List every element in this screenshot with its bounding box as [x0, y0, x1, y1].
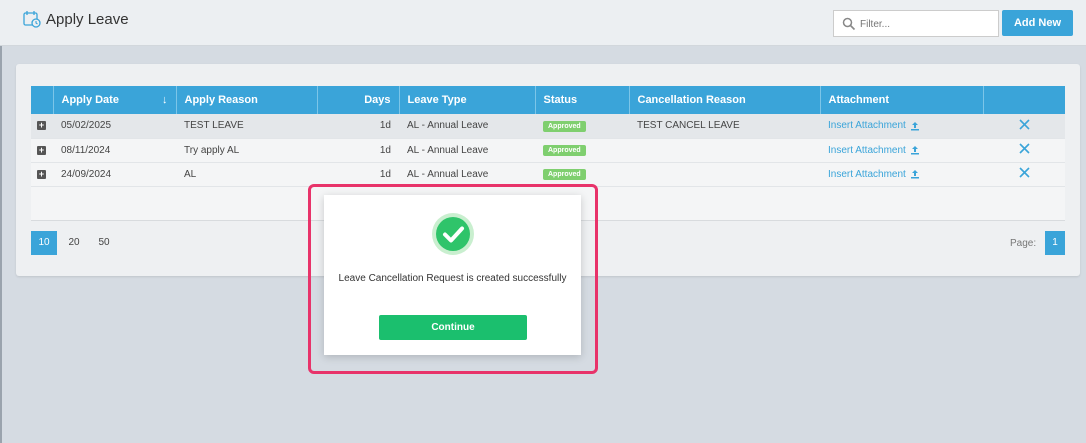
header-cancellation-reason[interactable]: Cancellation Reason	[629, 86, 821, 114]
header-leave-type[interactable]: Leave Type	[399, 86, 536, 114]
table-row[interactable]: + 08/11/2024 Try apply AL 1d AL - Annual…	[31, 138, 1065, 163]
delete-icon[interactable]	[1018, 143, 1030, 154]
expand-row-icon[interactable]: +	[37, 145, 46, 155]
header-expand	[31, 86, 54, 114]
continue-button[interactable]: Continue	[379, 315, 527, 340]
status-badge: Approved	[543, 169, 586, 180]
cell-days: 1d	[317, 162, 399, 187]
sort-arrow-icon[interactable]: ↓	[162, 94, 168, 106]
page-label: Page:	[1010, 238, 1037, 249]
page-number-button[interactable]: 1	[1045, 231, 1065, 255]
left-border	[0, 46, 2, 443]
table-header: Apply Date ↓ Apply Reason Days Leave Type…	[31, 86, 1065, 114]
header-actions	[983, 86, 1065, 114]
insert-attachment-link[interactable]: Insert Attachment	[828, 169, 906, 180]
header-days[interactable]: Days	[317, 86, 400, 114]
table-row[interactable]: + 05/02/2025 TEST LEAVE 1d AL - Annual L…	[31, 114, 1065, 139]
status-badge: Approved	[543, 120, 586, 132]
expand-row-icon[interactable]: +	[37, 169, 46, 179]
success-check-icon	[432, 213, 474, 255]
cell-leave-type: AL - Annual Leave	[399, 162, 535, 187]
cell-leave-type: AL - Annual Leave	[399, 114, 535, 139]
status-badge: Approved	[543, 145, 586, 156]
filter-input[interactable]	[860, 14, 990, 34]
insert-attachment-link[interactable]: Insert Attachment	[828, 120, 906, 131]
dialog-message: Leave Cancellation Request is created su…	[338, 273, 567, 284]
upload-icon[interactable]	[910, 145, 920, 155]
success-dialog: Leave Cancellation Request is created su…	[324, 195, 581, 355]
expand-row-icon[interactable]: +	[37, 121, 46, 131]
cell-days: 1d	[317, 138, 399, 163]
table-row[interactable]: + 24/09/2024 AL 1d AL - Annual Leave App…	[31, 162, 1065, 187]
upload-icon[interactable]	[910, 169, 920, 179]
page-title: Apply Leave	[46, 11, 129, 28]
cell-cancellation-reason	[629, 138, 820, 163]
header-status[interactable]: Status	[535, 86, 630, 114]
page-size-50[interactable]: 50	[91, 231, 117, 255]
insert-attachment-link[interactable]: Insert Attachment	[828, 145, 906, 156]
cell-apply-date: 24/09/2024	[53, 162, 176, 187]
page-size-20[interactable]: 20	[61, 231, 87, 255]
top-bar: Apply Leave Add New	[0, 0, 1086, 46]
search-icon	[842, 17, 856, 31]
cell-apply-reason: TEST LEAVE	[176, 114, 317, 139]
header-apply-date[interactable]: Apply Date ↓	[53, 86, 177, 114]
filter-box[interactable]	[833, 10, 999, 37]
cell-apply-date: 05/02/2025	[53, 114, 176, 139]
header-apply-reason[interactable]: Apply Reason	[176, 86, 318, 114]
delete-icon[interactable]	[1018, 167, 1030, 178]
cell-apply-reason: AL	[176, 162, 317, 187]
page-size-10[interactable]: 10	[31, 231, 57, 255]
cell-cancellation-reason: TEST CANCEL LEAVE	[629, 114, 820, 139]
cell-days: 1d	[317, 114, 399, 139]
upload-icon[interactable]	[910, 121, 920, 131]
cell-leave-type: AL - Annual Leave	[399, 138, 535, 163]
cell-apply-reason: Try apply AL	[176, 138, 317, 163]
calendar-clock-icon	[23, 11, 41, 28]
cell-apply-date: 08/11/2024	[53, 138, 176, 163]
header-attachment[interactable]: Attachment	[820, 86, 984, 114]
cell-cancellation-reason	[629, 162, 820, 187]
add-new-button[interactable]: Add New	[1002, 10, 1073, 36]
delete-icon[interactable]	[1018, 119, 1030, 130]
